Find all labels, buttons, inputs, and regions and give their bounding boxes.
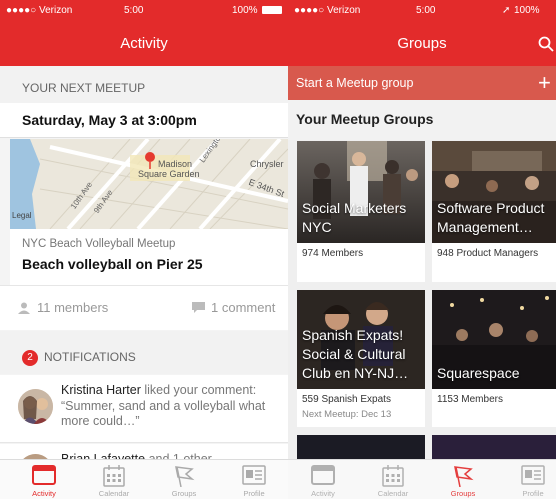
group-card[interactable] [297, 435, 425, 459]
activity-icon [32, 465, 56, 485]
status-bar: ●●●●○ Verizon 5:00 100% [0, 0, 288, 20]
tab-calendar[interactable]: Calendar [358, 460, 428, 499]
clock: 5:00 [124, 5, 144, 16]
start-group-label: Start a Meetup group [296, 76, 414, 90]
flag-icon [454, 466, 474, 487]
group-name: Social Marketers NYC [302, 200, 407, 235]
tab-profile[interactable]: Profile [219, 460, 288, 499]
group-members: 559 Spanish Expats [302, 394, 391, 405]
group-card[interactable]: Squarespace 1153 Members [432, 290, 556, 427]
tab-label: Profile [243, 489, 265, 498]
notification-badge: 2 [22, 350, 38, 366]
tab-label: Groups [450, 489, 476, 498]
avatar [18, 389, 53, 424]
calendar-icon [103, 465, 125, 487]
nav-bar: Activity [0, 20, 288, 66]
tab-calendar[interactable]: Calendar [79, 460, 149, 499]
notification-item[interactable]: Kristina Harter liked your comment: “Sum… [0, 375, 288, 443]
location-icon: ➚ [502, 5, 511, 16]
tab-bar: Activity Calendar Groups Profile [0, 459, 288, 499]
tab-label: Calendar [98, 489, 130, 498]
tab-label: Activity [32, 489, 56, 498]
meetup-group-name: NYC Beach Volleyball Meetup [22, 238, 176, 250]
tab-groups[interactable]: Groups [149, 460, 219, 499]
notification-count: 2 [27, 352, 33, 363]
group-photo: Spanish Expats! Social & Cultural Club e… [297, 290, 425, 389]
meetup-card[interactable]: NYC Beach Volleyball Meetup Beach volley… [10, 229, 288, 285]
meetup-date[interactable]: Saturday, May 3 at 3:00pm [0, 103, 288, 138]
person-icon [18, 302, 30, 314]
group-photo: Software Product Management… [432, 141, 556, 243]
calendar-icon [382, 465, 404, 487]
carrier: ●●●●○ Verizon [6, 5, 73, 16]
group-card[interactable]: Spanish Expats! Social & Cultural Club e… [297, 290, 425, 427]
group-members: 1153 Members [437, 394, 503, 405]
activity-icon [311, 465, 335, 485]
tab-label: Profile [522, 489, 544, 498]
battery-level: 100% [232, 5, 258, 16]
page-title: Activity [120, 35, 168, 52]
clock: 5:00 [416, 5, 436, 16]
comment-icon [192, 302, 205, 313]
group-members: 948 Product Managers [437, 248, 539, 259]
page-title: Groups [397, 35, 447, 52]
tab-groups[interactable]: Groups [428, 460, 498, 499]
tab-activity[interactable]: Activity [9, 460, 79, 499]
tab-profile[interactable]: Profile [498, 460, 556, 499]
comments-count[interactable]: 1 comment [211, 300, 275, 315]
map-label-chrysler: Chrysler [250, 159, 284, 169]
plus-icon: + [538, 70, 551, 95]
meetup-title: Beach volleyball on Pier 25 [22, 256, 203, 272]
group-photo: Social Marketers NYC [297, 141, 425, 243]
carrier: ●●●●○ Verizon [294, 5, 361, 16]
group-next-meetup: Next Meetup: Dec 13 [302, 409, 392, 420]
map-label-venue-1: Madison [158, 159, 193, 169]
activity-screen: ●●●●○ Verizon 5:00 100% Activity YOUR NE… [0, 0, 288, 499]
tab-activity[interactable]: Activity [288, 460, 358, 499]
tab-label: Activity [311, 489, 335, 498]
group-photo: Squarespace [432, 290, 556, 389]
map-legal-link[interactable]: Legal [12, 211, 32, 220]
start-group-button[interactable]: Start a Meetup group + [288, 66, 556, 100]
next-meetup-header: YOUR NEXT MEETUP [0, 66, 288, 103]
meetup-stats: 11 members 1 comment [0, 285, 288, 330]
flag-icon [175, 466, 195, 487]
group-card[interactable]: Software Product Management… 948 Product… [432, 141, 556, 282]
notification-actor: Kristina Harter [61, 383, 141, 397]
members-count[interactable]: 11 members [37, 300, 108, 315]
battery-level: 100% [514, 5, 540, 16]
tab-label: Calendar [377, 489, 409, 498]
battery-icon [262, 6, 282, 14]
notifications-header: NOTIFICATIONS [0, 331, 288, 374]
group-card[interactable]: Social Marketers NYC 974 Members [297, 141, 425, 282]
search-icon[interactable] [538, 36, 554, 52]
profile-card-icon [242, 465, 266, 485]
group-members: 974 Members [302, 248, 364, 259]
groups-header: Your Meetup Groups [288, 100, 556, 140]
group-name: Spanish Expats! Social & Cultural Club e… [302, 327, 409, 381]
tab-bar: Activity Calendar Groups Profile [288, 459, 556, 499]
tab-label: Groups [171, 489, 197, 498]
profile-card-icon [521, 465, 545, 485]
group-name: Squarespace [437, 365, 520, 381]
group-name: Software Product Management… [437, 200, 545, 235]
status-bar: ●●●●○ Verizon 5:00 ➚ 100% [288, 0, 556, 20]
notifications-label: NOTIFICATIONS [44, 350, 136, 364]
nav-bar: Groups [288, 20, 556, 66]
group-card[interactable] [432, 435, 556, 459]
map-label-venue-2: Square Garden [138, 169, 200, 179]
meetup-map[interactable]: Madison Square Garden Chrysler E 34th St… [10, 139, 288, 229]
groups-screen: ●●●●○ Verizon 5:00 ➚ 100% Groups Start a… [288, 0, 556, 499]
notification-text: Kristina Harter liked your comment: “Sum… [61, 383, 270, 430]
